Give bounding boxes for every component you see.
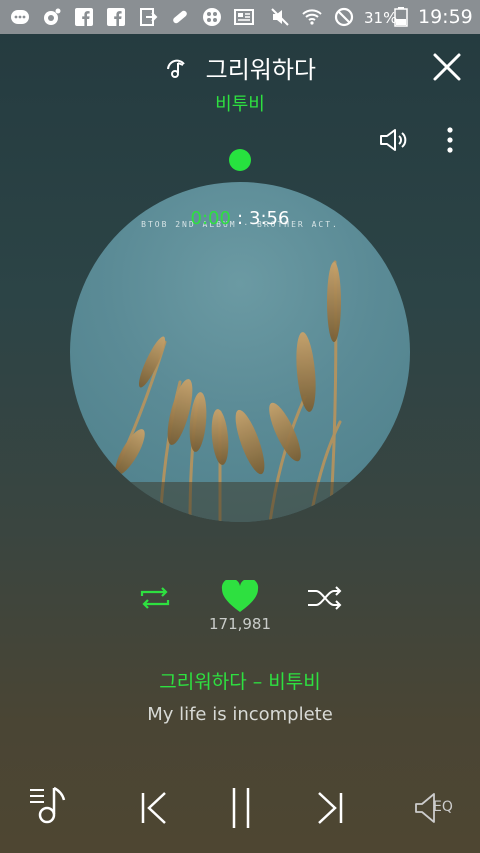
- previous-icon[interactable]: [138, 790, 170, 826]
- playlist-icon[interactable]: [28, 780, 68, 826]
- repeat-icon[interactable]: [137, 586, 173, 610]
- artist-name[interactable]: 비투비: [0, 90, 480, 116]
- do-not-disturb-icon: [334, 7, 354, 27]
- wifi-icon: [302, 9, 322, 25]
- eq-label: EQ: [433, 799, 453, 815]
- battery-percent: 31%: [364, 9, 398, 27]
- heart-icon[interactable]: [221, 580, 259, 614]
- pause-icon[interactable]: [228, 786, 254, 830]
- next-icon[interactable]: [314, 790, 346, 826]
- exit-app-icon: [140, 8, 158, 26]
- more-options-icon[interactable]: [444, 126, 456, 154]
- music-notification-icon: [44, 8, 61, 25]
- clock: 19:59: [418, 6, 473, 28]
- lyric-line: My life is incomplete: [147, 704, 333, 725]
- time-current: 0:00: [190, 208, 231, 229]
- album-art: BTOB 2ND ALBUM · BROTHER ACT.: [70, 182, 410, 522]
- time-separator: :: [236, 208, 244, 229]
- facebook-icon: [75, 8, 93, 26]
- volume-icon[interactable]: [378, 126, 410, 154]
- shuffle-icon[interactable]: [306, 586, 344, 610]
- song-line: 그리워하다 – 비투비: [159, 671, 321, 693]
- wheat-image: [70, 260, 410, 522]
- close-button[interactable]: [432, 52, 462, 82]
- time-display: 0:00:3:56: [0, 208, 480, 229]
- status-bar: 31% 19:59: [0, 0, 480, 34]
- music-note-icon: [166, 59, 185, 78]
- song-title: 그리워하다: [205, 56, 317, 84]
- chat-notification-icon: [11, 10, 29, 24]
- time-total: 3:56: [249, 208, 290, 229]
- facebook-icon: [107, 8, 125, 26]
- progress-handle[interactable]: [229, 149, 251, 171]
- mute-icon: [271, 8, 289, 26]
- like-count: 171,981: [208, 615, 272, 633]
- battery-icon: [394, 7, 408, 27]
- equalizer-button[interactable]: EQ: [414, 790, 464, 826]
- bandage-icon: [173, 10, 187, 24]
- song-title-header: 그리워하다: [0, 50, 480, 85]
- news-icon: [234, 9, 254, 25]
- game-icon: [203, 8, 221, 26]
